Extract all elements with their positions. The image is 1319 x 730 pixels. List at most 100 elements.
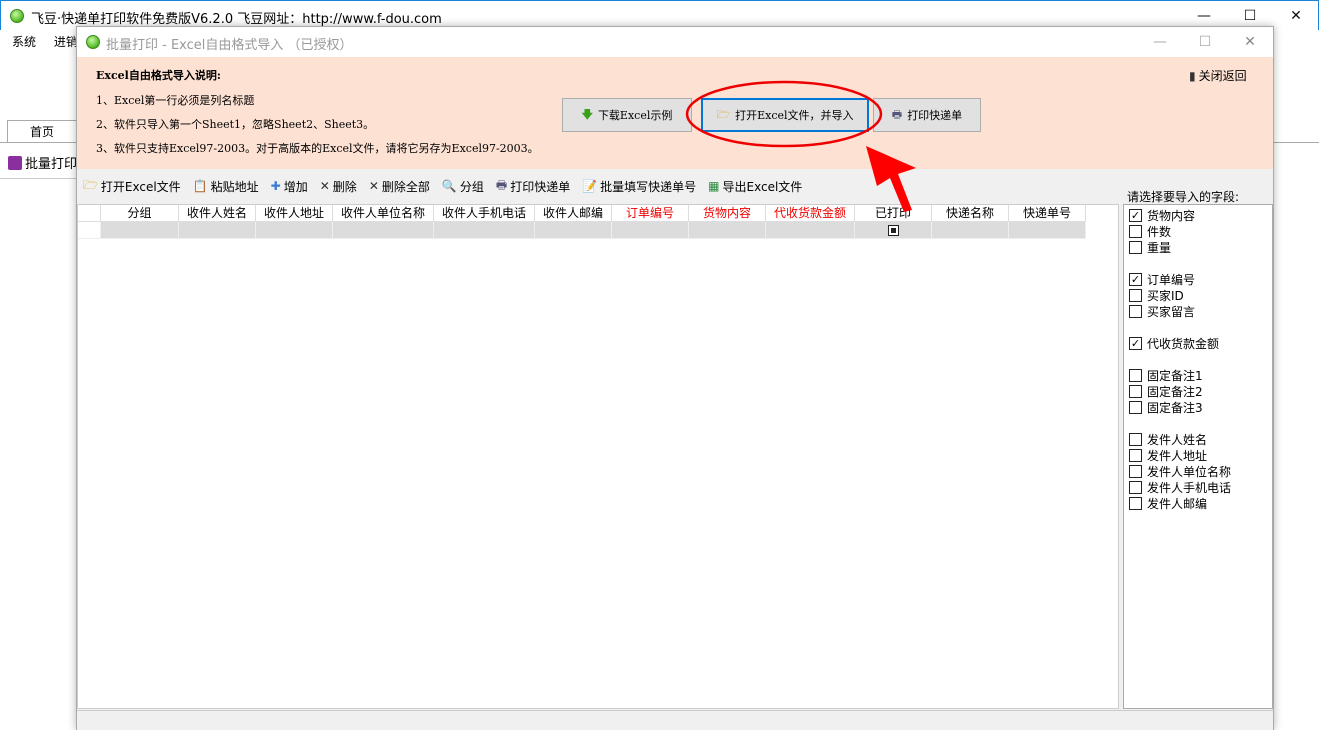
field-checkbox[interactable]: 买家留言 [1129,303,1195,320]
checkbox-icon[interactable] [1129,369,1142,382]
menu-system[interactable]: 系统 [12,35,36,49]
field-checkbox[interactable]: 重量 [1129,239,1171,256]
data-grid[interactable]: 分组 收件人姓名 收件人地址 收件人单位名称 收件人手机电话 收件人邮编 订单编号 货物内容代… [77,204,1119,709]
field-label: 发件人邮编 [1147,497,1208,511]
checkbox-icon[interactable] [1129,481,1142,494]
dialog-close-button[interactable]: ✕ [1227,27,1273,57]
toolbar-print[interactable]: 🖶 打印快递单 [496,176,570,197]
field-checkbox[interactable]: 发件人手机电话 [1129,479,1231,496]
grid-cell[interactable] [101,222,179,239]
field-checkbox[interactable]: 固定备注2 [1129,383,1203,400]
checkbox-icon[interactable] [1129,465,1142,478]
toolbar-delete-all[interactable]: ✕ 删除全部 [369,178,430,195]
column-header[interactable]: 收件人手机电话 [434,205,535,222]
download-label: 下载Excel示例 [597,109,673,122]
checkbox-icon[interactable] [1129,305,1142,318]
field-label: 固定备注2 [1147,385,1203,399]
open-import-label: 打开Excel文件，并导入 [735,109,854,122]
table-row[interactable] [78,222,1118,239]
column-header[interactable]: 快递单号 [1009,205,1086,222]
toolbar-export-excel[interactable]: ▦ 导出Excel文件 [708,178,802,195]
field-checkbox[interactable]: 发件人邮编 [1129,495,1207,512]
grid-cell[interactable] [333,222,434,239]
column-header[interactable]: 代收货款金额 [766,205,855,222]
print-button[interactable]: 🖶 打印快递单 [873,98,981,132]
checkbox-icon[interactable] [1129,385,1142,398]
side-item-label: 批量打印 [25,157,78,172]
checkbox-icon[interactable]: ✓ [1129,273,1142,286]
column-header[interactable]: 收件人姓名 [179,205,256,222]
field-checkbox[interactable]: ✓ 代收货款金额 [1129,335,1219,352]
field-checkbox[interactable]: 发件人单位名称 [1129,463,1231,480]
column-header[interactable]: 已打印 [855,205,932,222]
toolbar-group[interactable]: 🔍 分组 [442,178,484,195]
open-import-button[interactable]: 🗁 打开Excel文件，并导入 [701,98,869,132]
instruction-line: 3、软件只支持Excel97-2003。对于高版本的Excel文件，请将它另存为… [96,142,539,155]
checkbox-icon[interactable] [1129,241,1142,254]
grid-cell[interactable] [256,222,333,239]
checkbox-icon[interactable]: ✓ [1129,337,1142,350]
field-checkbox[interactable]: ✓ 订单编号 [1129,271,1195,288]
dialog-icon [86,35,100,49]
grid-cell[interactable] [179,222,256,239]
grid-cell[interactable] [434,222,535,239]
field-checkbox[interactable]: 固定备注1 [1129,367,1203,384]
field-checkbox[interactable]: 固定备注3 [1129,399,1203,416]
checkbox-icon[interactable] [1129,289,1142,302]
column-header[interactable]: 订单编号 [612,205,689,222]
grid-cell[interactable] [855,222,932,239]
grid-cell[interactable] [766,222,855,239]
checkbox-icon[interactable] [1129,497,1142,510]
dialog-minimize-button[interactable]: — [1137,27,1183,57]
column-header[interactable]: 货物内容 [689,205,766,222]
clipboard-icon: 📋 [192,179,208,193]
toolbar-batch-fill[interactable]: 📝 批量填写快递单号 [582,178,696,195]
book-icon [8,155,22,170]
side-item-batch-print[interactable]: 批量打印 [8,153,77,172]
field-label: 订单编号 [1147,273,1196,287]
toolbar-delete[interactable]: ✕ 删除 [320,178,357,195]
column-header[interactable]: 收件人邮编 [535,205,612,222]
import-dialog: 批量打印 - Excel自由格式导入 （已授权） — ☐ ✕ Excel自由格式… [76,26,1274,730]
printer-icon: 🖶 [891,107,903,121]
close-button[interactable]: ✕ [1273,1,1319,31]
column-header[interactable]: 快递名称 [932,205,1009,222]
toolbar-label: 打印快递单 [510,179,571,194]
row-selector[interactable] [78,222,101,239]
toolbar-label: 粘贴地址 [210,179,259,194]
close-return-button[interactable]: ▮ 关闭返回 [1189,67,1247,84]
field-checkbox[interactable]: 发件人姓名 [1129,431,1207,448]
field-checkbox[interactable]: ✓ 货物内容 [1129,207,1195,224]
field-checkbox[interactable]: 件数 [1129,223,1171,240]
printed-checkbox[interactable] [887,225,899,236]
dialog-maximize-button[interactable]: ☐ [1182,27,1228,57]
edit-form-icon: 📝 [582,179,598,193]
checkbox-icon[interactable]: ✓ [1129,209,1142,222]
grid-cell[interactable] [932,222,1009,239]
checkbox-icon[interactable] [1129,433,1142,446]
field-checkbox[interactable]: 买家ID [1129,287,1184,304]
grid-cell[interactable] [535,222,612,239]
column-header[interactable]: 收件人地址 [256,205,333,222]
checkbox-icon[interactable] [1129,449,1142,462]
toolbar-add[interactable]: ✚ 增加 [271,178,308,195]
column-header[interactable]: 分组 [101,205,179,222]
field-label: 固定备注1 [1147,369,1203,383]
toolbar-open-excel[interactable]: 🗁 打开Excel文件 [83,176,181,197]
menu-inventory[interactable]: 进销 [54,35,78,49]
field-label: 发件人姓名 [1147,433,1208,447]
field-label: 固定备注3 [1147,401,1203,415]
checkbox-icon[interactable] [1129,401,1142,414]
download-example-button[interactable]: 🡇 下载Excel示例 [562,98,692,132]
field-label: 发件人单位名称 [1147,465,1232,479]
checkbox-icon[interactable] [1129,225,1142,238]
toolbar-paste-address[interactable]: 📋 粘贴地址 [193,178,259,195]
column-header[interactable]: 收件人单位名称 [333,205,434,222]
exit-door-icon: ▮ [1189,68,1196,83]
grid-cell[interactable] [1009,222,1086,239]
grid-cell[interactable] [689,222,766,239]
excel-icon: ▦ [708,179,720,193]
field-checkbox[interactable]: 发件人地址 [1129,447,1207,464]
tab-home[interactable]: 首页 [7,120,77,142]
grid-cell[interactable] [612,222,689,239]
